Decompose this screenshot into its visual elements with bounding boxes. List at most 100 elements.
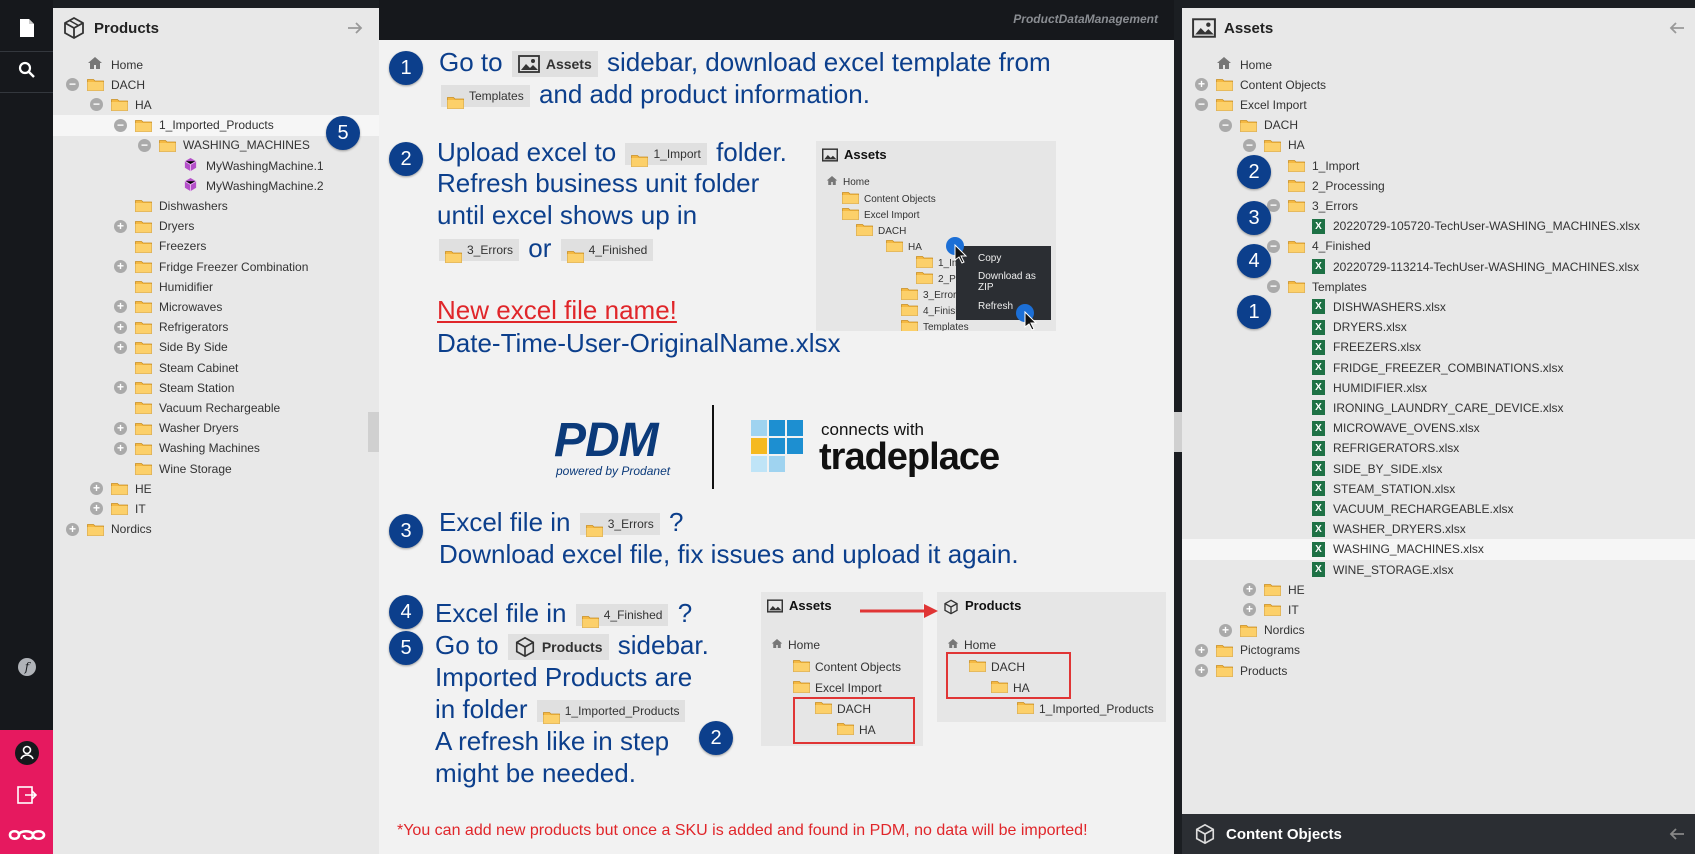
excel-file-icon: X [1312,501,1325,517]
collapse-icon[interactable]: − [114,118,127,132]
tree-item-wine-storage[interactable]: Wine Storage [53,458,379,479]
expand-icon[interactable]: + [114,219,127,233]
tree-item-dryers[interactable]: + Dryers [53,216,379,237]
expand-icon[interactable]: + [66,522,79,536]
mini-row-excel-import: Excel Import [793,680,882,696]
arrow-left-icon[interactable] [1669,826,1685,842]
tree-item-home[interactable]: Home [1182,54,1695,75]
pimcore-logo-icon[interactable] [0,815,53,854]
search-icon[interactable] [0,50,53,90]
tree-item-microwave-ovens-xlsx[interactable]: X MICROWAVE_OVENS.xlsx [1182,418,1695,439]
collapse-icon[interactable]: − [1267,239,1280,253]
tree-item-freezers[interactable]: Freezers [53,236,379,257]
tree-item-fridge-freezer-combinations-xlsx[interactable]: X FRIDGE_FREEZER_COMBINATIONS.xlsx [1182,357,1695,378]
tree-item-dach[interactable]: − DACH [53,74,379,95]
collapse-icon[interactable]: − [66,78,79,92]
tree-item-vacuum-rechargeable[interactable]: Vacuum Rechargeable [53,397,379,418]
collapse-icon[interactable]: − [1267,280,1280,294]
excel-file-icon: X [1312,360,1325,375]
arrow-left-icon[interactable] [1669,20,1685,36]
expand-icon[interactable]: + [114,320,127,334]
excel-file-icon: X [1312,319,1325,335]
tree-item-mywashingmachine-1[interactable]: MyWashingMachine.1 [53,155,379,176]
folder-icon [842,207,859,223]
tree-item-products[interactable]: + Products [1182,660,1695,681]
content-objects-panel-header[interactable]: Content Objects [1182,814,1695,854]
tree-item-ironing-laundry-care-device-xlsx[interactable]: X IRONING_LAUNDRY_CARE_DEVICE.xlsx [1182,397,1695,418]
tree-item-fridge-freezer-combination[interactable]: + Fridge Freezer Combination [53,256,379,277]
collapse-icon[interactable]: − [138,138,151,152]
expand-icon[interactable]: + [114,300,127,314]
expand-icon[interactable]: + [114,441,127,455]
collapse-icon[interactable]: − [90,98,103,112]
context-download-zip[interactable]: Download as ZIP [956,270,1051,294]
logout-icon[interactable] [0,775,53,815]
expand-icon[interactable]: + [90,482,103,496]
tree-item-pictograms[interactable]: + Pictograms [1182,640,1695,661]
right-marker-4: 4 [1237,244,1271,278]
folder-icon [111,502,128,516]
tree-item-excel-import[interactable]: − Excel Import [1182,94,1695,115]
errors-chip: 3_Errors [439,239,520,263]
excel-file-icon: X [1312,218,1325,234]
collapse-icon[interactable]: − [1195,98,1208,112]
tree-item-steam-station-xlsx[interactable]: X STEAM_STATION.xlsx [1182,478,1695,499]
right-splitter-handle[interactable] [1174,412,1182,452]
tree-item-refrigerators[interactable]: + Refrigerators [53,317,379,338]
tree-item-it[interactable]: + IT [53,498,379,519]
symfony-icon[interactable]: f [0,647,53,687]
tree-item-he[interactable]: + HE [53,478,379,499]
tree-item-dach[interactable]: − DACH [1182,115,1695,136]
expand-icon[interactable]: + [114,340,127,354]
expand-icon[interactable]: + [114,421,127,435]
tree-item-refrigerators-xlsx[interactable]: X REFRIGERATORS.xlsx [1182,438,1695,459]
tree-item-label: Products [1240,663,1288,678]
tree-item-mywashingmachine-2[interactable]: MyWashingMachine.2 [53,175,379,196]
tree-item-ha[interactable]: − HA [1182,135,1695,156]
tree-item-freezers-xlsx[interactable]: X FREEZERS.xlsx [1182,337,1695,358]
user-icon[interactable] [0,733,53,773]
expand-icon[interactable]: + [1219,623,1232,637]
folder-icon [901,319,918,331]
expand-icon[interactable]: + [1243,583,1256,597]
tree-item-content-objects[interactable]: + Content Objects [1182,74,1695,95]
tree-item-it[interactable]: + IT [1182,599,1695,620]
tree-item-microwaves[interactable]: + Microwaves [53,296,379,317]
folder-icon [1288,280,1305,294]
document-icon[interactable] [0,8,53,48]
expand-icon[interactable]: + [1195,664,1208,677]
tree-item-washer-dryers[interactable]: + Washer Dryers [53,418,379,439]
tree-item-he[interactable]: + HE [1182,579,1695,600]
step-5-line-5: might be needed. [435,758,636,788]
tree-item-nordics[interactable]: + Nordics [53,519,379,540]
collapse-icon[interactable]: − [1243,138,1256,152]
expand-icon[interactable]: + [114,381,127,395]
highlight-dach-products [946,652,1071,699]
left-splitter-handle[interactable] [368,412,379,452]
expand-icon[interactable]: + [90,502,103,516]
tree-item-label: Microwaves [159,299,223,314]
expand-icon[interactable]: + [1195,643,1208,657]
tree-item-nordics[interactable]: + Nordics [1182,620,1695,641]
tree-item-humidifier[interactable]: Humidifier [53,276,379,297]
expand-icon[interactable]: + [1243,603,1256,617]
tree-item-home[interactable]: Home [53,54,379,75]
tree-item-steam-station[interactable]: + Steam Station [53,377,379,398]
tree-item-ha[interactable]: − HA [53,94,379,115]
tree-item-wine-storage-xlsx[interactable]: X WINE_STORAGE.xlsx [1182,559,1695,580]
tree-item-humidifier-xlsx[interactable]: X HUMIDIFIER.xlsx [1182,377,1695,398]
tree-item-washing-machines-xlsx[interactable]: X WASHING_MACHINES.xlsx [1182,538,1695,560]
context-copy[interactable]: Copy [956,246,1051,270]
expand-icon[interactable]: + [1195,78,1208,92]
tree-item-steam-cabinet[interactable]: Steam Cabinet [53,357,379,378]
tree-item-vacuum-rechargeable-xlsx[interactable]: X VACUUM_RECHARGEABLE.xlsx [1182,498,1695,519]
tree-item-side-by-side[interactable]: + Side By Side [53,337,379,358]
tree-item-washing-machines[interactable]: + Washing Machines [53,438,379,459]
tree-item-washer-dryers-xlsx[interactable]: X WASHER_DRYERS.xlsx [1182,519,1695,540]
collapse-icon[interactable]: − [1219,118,1232,132]
expand-icon[interactable]: + [114,260,127,273]
tree-item-side-by-side-xlsx[interactable]: X SIDE_BY_SIDE.xlsx [1182,458,1695,479]
arrow-right-icon[interactable] [347,20,363,36]
tree-item-dishwashers[interactable]: Dishwashers [53,195,379,216]
tree-item-templates[interactable]: − Templates [1182,276,1695,297]
